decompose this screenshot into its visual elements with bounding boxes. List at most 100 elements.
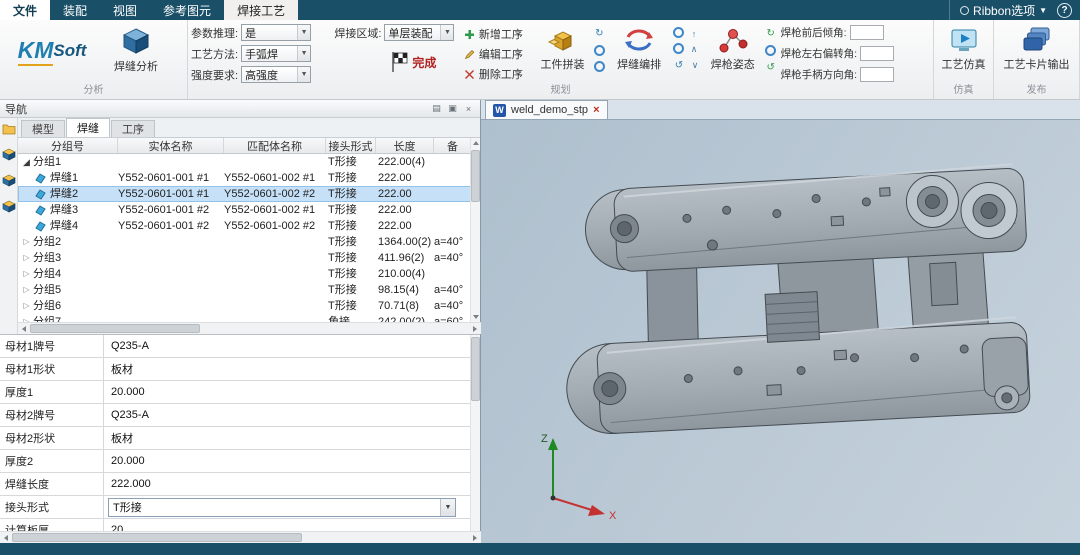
scroll-left-icon[interactable] <box>18 323 30 334</box>
refresh-icon[interactable]: ↻ <box>593 27 606 40</box>
menu-tab-view[interactable]: 视图 <box>100 0 150 20</box>
param-infer-select[interactable]: 是 ▼ <box>241 24 311 41</box>
tree-horizontal-scrollbar[interactable] <box>18 322 481 334</box>
3d-canvas[interactable]: Z X <box>481 120 1080 543</box>
weld-analysis-button[interactable]: 焊缝分析 <box>103 22 169 74</box>
group-row[interactable]: ▷分组6T形接70.71(8)a=40° <box>18 298 471 314</box>
coordinate-triad: Z X <box>521 426 631 521</box>
ribbon-options-button[interactable]: Ribbon选项 ▼ <box>949 0 1057 20</box>
tab-weld-seam[interactable]: 焊缝 <box>66 118 110 137</box>
scroll-up-icon[interactable] <box>471 138 481 148</box>
group-row[interactable]: ▷分组3T形接411.96(2)a=40° <box>18 250 471 266</box>
column-length[interactable]: 长度 <box>376 138 434 153</box>
main-content: 导航 ▤ ▣ × <box>0 100 1080 543</box>
torch-yaw-angle-input[interactable] <box>860 46 894 61</box>
tree-toggle-icon[interactable]: ▷ <box>20 298 33 314</box>
pin-icon[interactable]: ▣ <box>446 102 459 115</box>
scrollbar-thumb[interactable] <box>12 533 302 542</box>
finish-button[interactable]: 完成 <box>390 51 461 73</box>
part-cube-icon[interactable] <box>2 174 16 187</box>
tree-toggle-icon[interactable]: ◢ <box>20 154 33 170</box>
process-card-output-button[interactable]: 工艺卡片输出 <box>997 22 1076 72</box>
scrollbar-thumb[interactable] <box>30 324 200 333</box>
tab-model[interactable]: 模型 <box>21 120 65 137</box>
tree-toggle-icon[interactable]: ▷ <box>20 314 33 322</box>
folder-icon[interactable] <box>2 122 16 135</box>
add-process-button[interactable]: 新增工序 <box>464 24 534 44</box>
weld-row[interactable]: 焊缝1Y552-0601-001 #1Y552-0601-002 #1T形接22… <box>18 170 471 186</box>
part-assembly-button[interactable]: 工件拼装 <box>536 22 590 72</box>
tab-process[interactable]: 工序 <box>111 120 155 137</box>
grid-icon[interactable]: ▤ <box>430 102 443 115</box>
property-vertical-scrollbar[interactable] <box>470 335 480 531</box>
column-joint[interactable]: 接头形式 <box>326 138 376 153</box>
chevron-up-icon[interactable]: ∧ <box>687 43 700 56</box>
tree-toggle-icon[interactable]: ▷ <box>20 266 33 282</box>
column-remark[interactable]: 备 <box>434 138 471 153</box>
weld-row[interactable]: 焊缝2Y552-0601-001 #1Y552-0601-002 #2T形接22… <box>18 186 471 202</box>
scroll-right-icon[interactable] <box>469 532 481 543</box>
joint-type-select[interactable]: T形接▼ <box>108 498 456 517</box>
scroll-down-icon[interactable] <box>471 312 481 322</box>
torch-pose-icon <box>718 26 748 54</box>
delete-process-button[interactable]: 删除工序 <box>464 64 534 84</box>
tree-vertical-scrollbar[interactable] <box>470 138 480 322</box>
menu-tab-reference-geometry[interactable]: 参考图元 <box>150 0 224 20</box>
group-row[interactable]: ◢分组1T形接222.00(4) <box>18 154 471 170</box>
menu-tab-welding-process[interactable]: 焊接工艺 <box>224 0 298 20</box>
part-cube-icon[interactable] <box>2 200 16 213</box>
weld-region-select[interactable]: 单层装配 ▼ <box>384 24 454 41</box>
torch-pose-button[interactable]: 焊枪姿态 <box>705 22 761 72</box>
tree-toggle-icon[interactable]: ▷ <box>20 234 33 250</box>
refresh-icon[interactable]: ↺ <box>672 59 685 72</box>
circle-tool-icon[interactable] <box>765 45 776 56</box>
pencil-icon <box>464 49 475 60</box>
chevron-down-icon[interactable]: ▼ <box>440 499 455 516</box>
joint-type: T形接 <box>326 154 376 170</box>
circle-tool-icon[interactable] <box>673 27 684 38</box>
group-row[interactable]: ▷分组7角接242.00(2)a=60° <box>18 314 471 322</box>
tree-toggle-icon[interactable]: ▷ <box>20 250 33 266</box>
weld-arrange-button[interactable]: 焊缝编排 <box>609 22 669 72</box>
process-simulation-button[interactable]: 工艺仿真 <box>937 22 990 72</box>
plus-icon <box>464 29 475 40</box>
group-row[interactable]: ▷分组5T形接98.15(4)a=40° <box>18 282 471 298</box>
chevron-down-icon[interactable]: ∨ <box>688 59 701 72</box>
strength-requirement-select[interactable]: 高强度 ▼ <box>241 66 311 83</box>
scrollbar-thumb[interactable] <box>471 337 480 401</box>
circle-tool-icon[interactable] <box>594 45 605 56</box>
help-button[interactable]: ? <box>1057 3 1072 18</box>
refresh-icon[interactable]: ↺ <box>764 61 777 74</box>
weld-row[interactable]: 焊缝4Y552-0601-001 #2Y552-0601-002 #2T形接22… <box>18 218 471 234</box>
column-entity[interactable]: 实体名称 <box>118 138 224 153</box>
edit-process-button[interactable]: 编辑工序 <box>464 44 534 64</box>
x-axis-label: X <box>609 510 617 521</box>
scroll-left-icon[interactable] <box>0 532 12 543</box>
weld-row[interactable]: 焊缝3Y552-0601-001 #2Y552-0601-002 #1T形接22… <box>18 202 471 218</box>
scroll-right-icon[interactable] <box>469 323 481 334</box>
torch-pitch-angle-input[interactable] <box>850 25 884 40</box>
menu-tab-file[interactable]: 文件 <box>0 0 50 20</box>
document-icon: W <box>493 104 506 117</box>
circle-tool-icon[interactable] <box>673 43 684 54</box>
process-method-select[interactable]: 手弧焊 ▼ <box>241 45 311 62</box>
part-cube-icon[interactable] <box>2 148 16 161</box>
circle-tool-icon[interactable] <box>594 61 605 72</box>
close-icon[interactable]: × <box>593 105 599 116</box>
close-icon[interactable]: × <box>462 102 475 115</box>
panel-horizontal-scrollbar[interactable] <box>0 531 481 543</box>
torch-handle-angle-input[interactable] <box>860 67 894 82</box>
tree-toggle-icon[interactable]: ▷ <box>20 282 33 298</box>
group-row[interactable]: ▷分组4T形接210.00(4) <box>18 266 471 282</box>
column-match[interactable]: 匹配体名称 <box>224 138 326 153</box>
group-row[interactable]: ▷分组2T形接1364.00(2)a=40° <box>18 234 471 250</box>
refresh-icon[interactable]: ↻ <box>764 27 777 40</box>
arrow-up-icon[interactable]: ↑ <box>687 27 700 40</box>
column-group[interactable]: 分组号 <box>18 138 118 153</box>
navigator-panel: 导航 ▤ ▣ × <box>0 100 481 543</box>
menu-tab-assembly[interactable]: 装配 <box>50 0 100 20</box>
scrollbar-thumb[interactable] <box>471 150 480 202</box>
remark-value: a=60° <box>434 314 471 322</box>
document-tab[interactable]: W weld_demo_stp × <box>485 100 608 119</box>
match-name <box>224 154 326 170</box>
